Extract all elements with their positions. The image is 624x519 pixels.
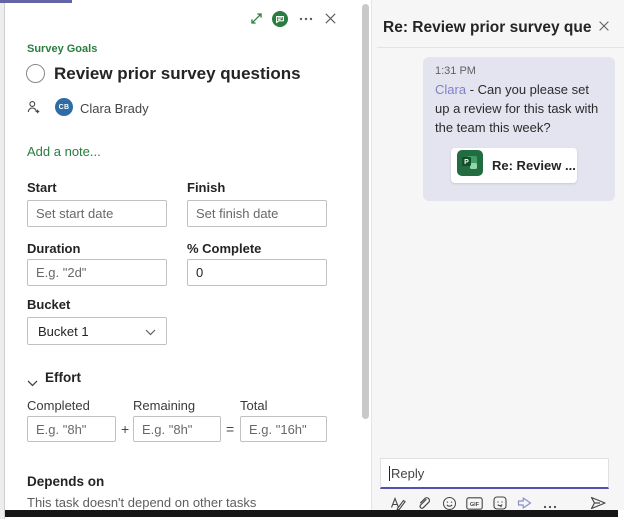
chat-header-divider (377, 47, 624, 48)
more-options-button[interactable] (296, 10, 316, 30)
task-panel-scrollbar[interactable] (362, 4, 369, 419)
message-timestamp: 1:31 PM (435, 65, 603, 77)
effort-completed-label: Completed (27, 398, 90, 413)
task-link-card-title: Re: Review ... (492, 158, 576, 173)
chat-badge-icon (271, 10, 289, 31)
effort-remaining-label: Remaining (133, 398, 195, 413)
task-title[interactable]: Review prior survey questions (54, 64, 301, 84)
add-note-link[interactable]: Add a note... (27, 144, 101, 159)
plan-name[interactable]: Survey Goals (27, 43, 97, 55)
teams-planner-window: Survey Goals Review prior survey questio… (0, 0, 624, 519)
effort-collapse-chevron-icon[interactable] (27, 374, 38, 392)
reply-input[interactable]: Reply (380, 458, 609, 489)
more-options-icon (298, 11, 314, 30)
equals-operator: = (226, 421, 234, 437)
avatar-initials: CB (59, 104, 70, 111)
assignee-avatar[interactable]: CB (55, 98, 73, 116)
start-date-input[interactable] (27, 200, 167, 227)
effort-heading[interactable]: Effort (45, 370, 81, 385)
text-cursor (389, 466, 390, 481)
finish-label: Finish (187, 180, 225, 195)
close-chat-button[interactable] (594, 17, 614, 37)
finish-date-input[interactable] (187, 200, 327, 227)
planner-app-icon: P (457, 150, 483, 181)
duration-label: Duration (27, 241, 80, 256)
bucket-label: Bucket (27, 297, 70, 312)
comments-badge-button[interactable] (270, 10, 290, 30)
bucket-select[interactable]: Bucket 1 (27, 317, 167, 345)
close-icon (597, 19, 611, 36)
depends-on-heading: Depends on (27, 474, 104, 489)
bucket-selected-value: Bucket 1 (38, 324, 89, 339)
task-link-card[interactable]: P Re: Review ... (451, 148, 577, 183)
reply-placeholder: Reply (391, 466, 424, 481)
close-task-button[interactable] (320, 10, 340, 30)
gif-icon-label: GIF (470, 502, 480, 508)
effort-completed-input[interactable] (27, 416, 116, 442)
task-complete-checkbox[interactable] (26, 64, 45, 83)
message-sender-link[interactable]: Clara (435, 82, 466, 97)
effort-total-input[interactable] (240, 416, 327, 442)
chat-header-title: Re: Review prior survey ques... (383, 19, 591, 37)
plus-operator: + (121, 421, 129, 437)
start-label: Start (27, 180, 57, 195)
close-icon (323, 11, 338, 29)
assign-person-icon[interactable] (26, 99, 42, 121)
effort-total-label: Total (240, 398, 267, 413)
taskbar-edge (5, 510, 618, 517)
effort-remaining-input[interactable] (133, 416, 221, 442)
expand-icon (249, 11, 264, 29)
planner-icon-letter: P (464, 159, 469, 166)
percent-complete-input[interactable] (187, 259, 327, 286)
duration-input[interactable] (27, 259, 167, 286)
chevron-down-icon (145, 324, 156, 339)
percent-complete-label: % Complete (187, 241, 261, 256)
message-text: Clara - Can you please set up a review f… (435, 80, 605, 137)
assignee-name: Clara Brady (80, 101, 149, 116)
expand-task-button[interactable] (246, 10, 266, 30)
depends-on-empty-text: This task doesn't depend on other tasks (27, 495, 256, 510)
